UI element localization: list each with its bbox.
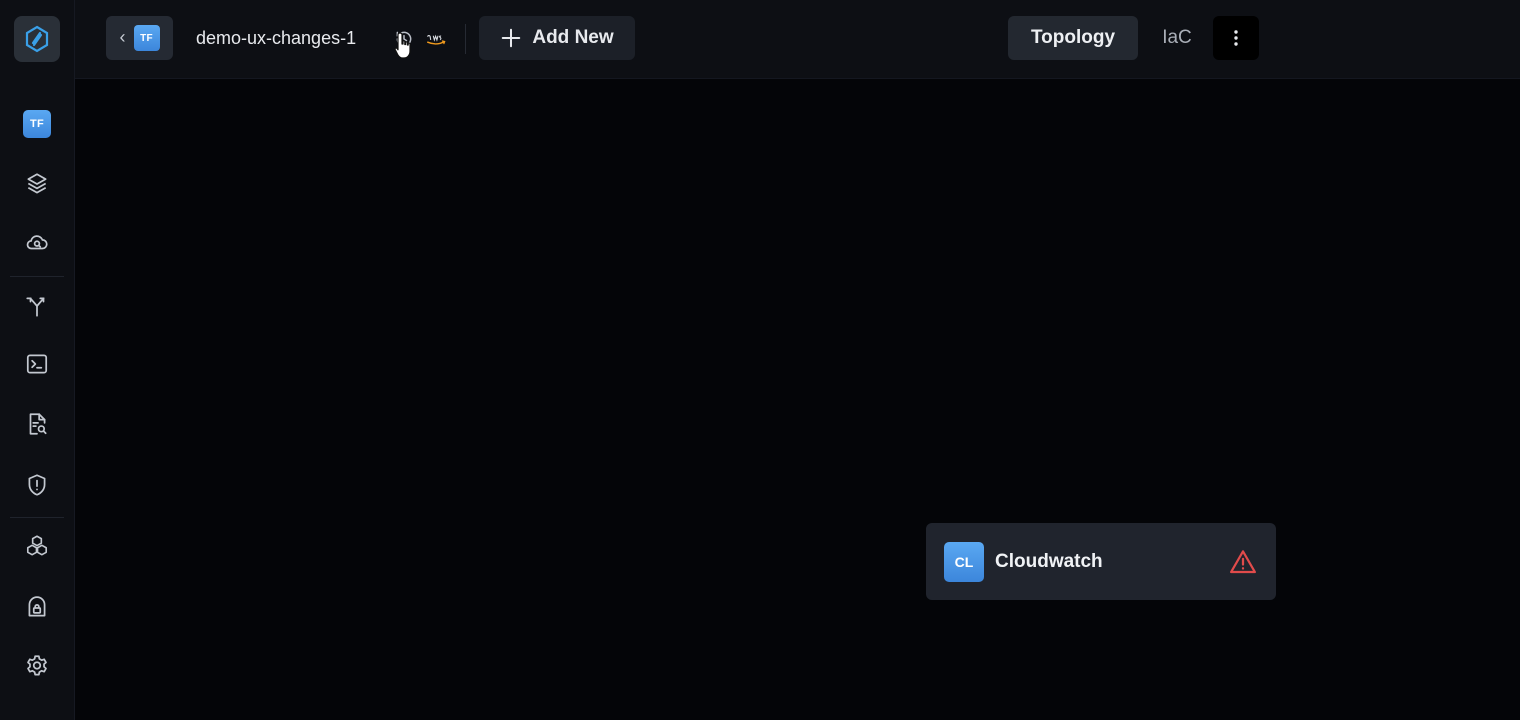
sidebar-item-cloud-lock[interactable] — [14, 588, 60, 628]
resource-node-cloudwatch[interactable]: CL Cloudwatch — [926, 523, 1276, 600]
plus-icon — [502, 28, 521, 48]
node-badge: CL — [944, 542, 984, 582]
terminal-icon — [26, 354, 48, 374]
header-divider — [465, 24, 466, 54]
warning-icon[interactable] — [1228, 547, 1258, 577]
tab-topology[interactable]: Topology — [1008, 16, 1138, 60]
mouse-cursor-icon — [394, 32, 411, 59]
app-window: TF ‹ TF demo-ux-changes-1 Add New Topolo… — [0, 0, 1520, 720]
sidebar-divider — [10, 276, 64, 277]
sidebar-item-project[interactable]: TF — [14, 104, 60, 144]
sidebar-divider — [10, 517, 64, 518]
sidebar-item-security[interactable] — [14, 465, 60, 505]
add-new-button[interactable]: Add New — [479, 16, 635, 60]
sidebar: TF — [0, 0, 75, 720]
aws-icon — [425, 28, 447, 50]
sidebar-item-cloud-search[interactable] — [14, 222, 60, 262]
sidebar-project-badge: TF — [23, 110, 51, 138]
merge-icon — [26, 297, 45, 317]
sidebar-item-layers[interactable] — [14, 164, 60, 204]
topology-canvas[interactable] — [75, 79, 1520, 720]
more-options-button[interactable] — [1213, 16, 1259, 60]
sidebar-item-terminal[interactable] — [14, 344, 60, 384]
cloud-search-icon — [26, 235, 48, 250]
sidebar-item-document-search[interactable] — [14, 404, 60, 444]
back-button[interactable]: ‹ TF — [106, 16, 173, 60]
kebab-menu-icon — [1234, 30, 1238, 46]
gear-icon — [27, 655, 47, 676]
add-new-label: Add New — [532, 27, 614, 48]
layers-icon — [27, 173, 47, 194]
node-title: Cloudwatch — [995, 551, 1103, 572]
project-type-badge: TF — [133, 25, 160, 51]
sidebar-item-modules[interactable] — [14, 526, 60, 566]
shield-alert-icon — [28, 474, 46, 496]
chevron-left-icon: ‹ — [119, 27, 126, 47]
tab-iac[interactable]: IaC — [1145, 16, 1209, 60]
project-name: demo-ux-changes-1 — [196, 28, 357, 48]
top-bar: ‹ TF demo-ux-changes-1 Add New Topology … — [75, 0, 1520, 79]
document-search-icon — [29, 413, 47, 435]
sidebar-item-settings[interactable] — [14, 646, 60, 686]
sidebar-item-merge[interactable] — [14, 286, 60, 326]
stackgen-logo-icon[interactable] — [14, 16, 60, 62]
cloud-lock-icon — [28, 596, 46, 617]
modules-icon — [26, 535, 48, 556]
